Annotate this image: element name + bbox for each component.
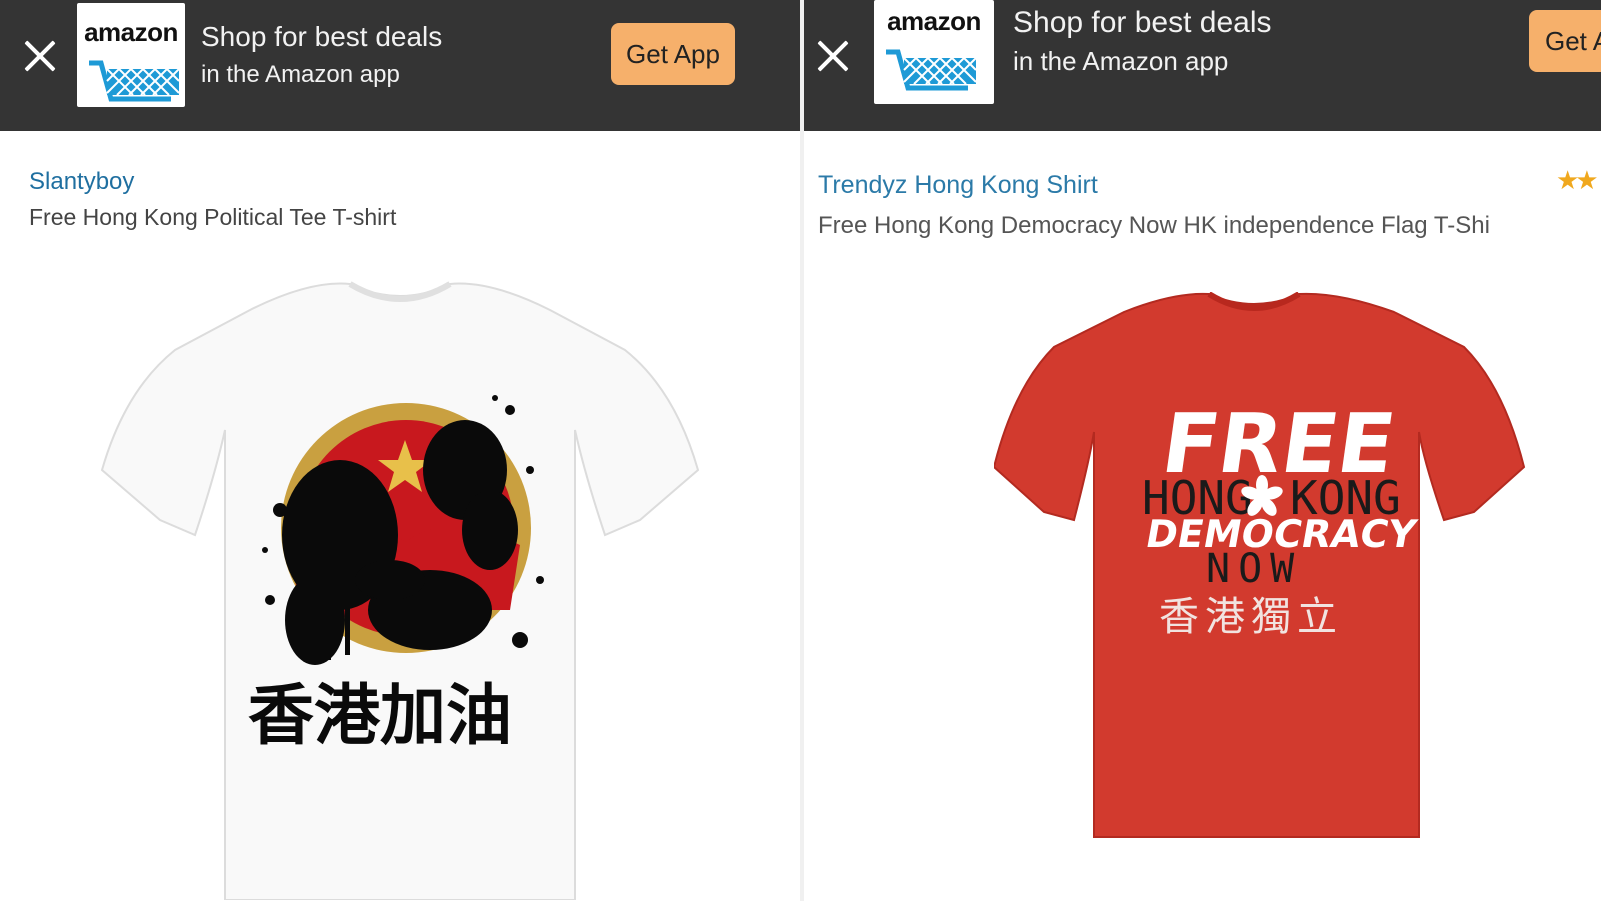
amazon-app-icon: amazon <box>77 3 185 107</box>
banner-message: Shop for best deals in the Amazon app <box>201 18 442 94</box>
get-app-button[interactable]: Get App <box>611 23 735 85</box>
left-screenshot-panel: amazon Shop for best deals in the Amazon… <box>0 0 800 901</box>
shirt-now-text: NOW <box>1206 546 1302 592</box>
amazon-logo-text: amazon <box>84 17 178 47</box>
banner-message: Shop for best deals in the Amazon app <box>1013 4 1272 80</box>
seller-link[interactable]: Trendyz Hong Kong Shirt <box>818 171 1098 200</box>
product-title[interactable]: Free Hong Kong Political Tee T-shirt <box>29 204 396 231</box>
app-download-banner: amazon Shop for best deals in the Amazon… <box>0 0 800 131</box>
right-screenshot-panel: amazon Shop for best deals in the Amazon… <box>804 0 1601 901</box>
white-tshirt-image[interactable]: 香港加油 <box>100 280 700 900</box>
app-download-banner: amazon Shop for best deals in the Amazon… <box>804 0 1601 131</box>
product-title[interactable]: Free Hong Kong Democracy Now HK independ… <box>818 212 1490 240</box>
shirt-slogan: 香港加油 <box>248 676 512 754</box>
cart-icon <box>89 60 180 102</box>
get-app-button[interactable]: Get A <box>1529 10 1601 72</box>
amazon-app-icon: amazon <box>874 0 994 104</box>
banner-line-2: in the Amazon app <box>1013 46 1229 76</box>
banner-line-1: Shop for best deals <box>1013 6 1272 39</box>
shirt-chinese-text: 香港獨立 <box>1159 594 1343 640</box>
cart-icon <box>886 49 977 91</box>
red-tshirt-image[interactable]: FREE HONG KONG DEMOCRACY NOW 香港獨立 <box>994 292 1534 842</box>
rating-stars: ★★ <box>1556 165 1599 195</box>
seller-link[interactable]: Slantyboy <box>29 168 134 196</box>
banner-line-2: in the Amazon app <box>201 61 400 88</box>
close-icon[interactable] <box>20 36 60 76</box>
amazon-logo-text: amazon <box>887 6 981 36</box>
close-icon[interactable] <box>813 36 853 76</box>
banner-line-1: Shop for best deals <box>201 21 443 52</box>
